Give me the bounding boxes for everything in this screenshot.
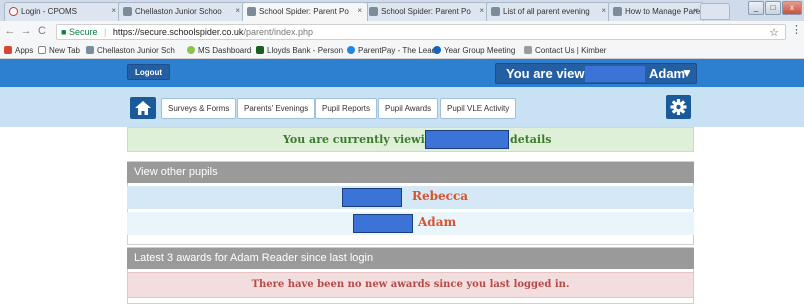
forward-arrow-icon[interactable]: → (20, 25, 32, 37)
url-separator: | (104, 27, 107, 37)
lock-icon: ■ (61, 27, 67, 37)
settings-button[interactable] (666, 95, 691, 119)
secure-label: Secure (68, 27, 98, 37)
minimize-window-icon[interactable]: _ (748, 1, 764, 15)
logout-button[interactable]: Logout (127, 64, 171, 80)
browser-menu-icon[interactable]: ⋮ (791, 23, 802, 36)
back-arrow-icon[interactable]: ← (4, 25, 16, 37)
horse-icon (256, 46, 264, 54)
bookmark-new-tab[interactable]: New Tab (38, 46, 80, 55)
school-favicon-icon (369, 7, 378, 16)
redaction-block (353, 214, 413, 233)
viewing-notice-text: You are currently viewing (283, 133, 441, 146)
maximize-window-icon[interactable]: □ (765, 1, 781, 15)
redaction-block (342, 188, 402, 207)
bookmark-lloyds[interactable]: Lloyds Bank - Person (256, 46, 343, 55)
bookmark-chellaston[interactable]: Chellaston Junior Sch (86, 46, 175, 55)
url-host: https://secure.schoolspider.co.uk (112, 27, 244, 37)
current-pupil-name: Adam (649, 66, 686, 81)
pupil-switcher-button[interactable]: You are viewi Adam ▼ (495, 63, 697, 84)
close-tab-icon[interactable]: × (111, 6, 116, 15)
browser-tab[interactable]: School Spider: Parent Po × (364, 2, 490, 21)
no-awards-message: There have been no new awards since you … (127, 272, 694, 298)
school-favicon-icon (247, 7, 256, 16)
dashboard-icon (187, 46, 195, 54)
viewing-label: You are viewi (506, 66, 589, 81)
bookmark-year-group[interactable]: Year Group Meeting (433, 46, 515, 55)
tab-pupil-awards[interactable]: Pupil Awards (378, 98, 439, 119)
url-path: /parent/index.php (243, 27, 313, 37)
school-favicon-icon (123, 7, 132, 16)
site-header: Logout You are viewi Adam ▼ (0, 59, 804, 87)
reload-icon[interactable]: C (36, 25, 48, 37)
redaction-block (585, 66, 645, 82)
page-icon (38, 46, 46, 54)
viewing-notice-suffix: details (510, 133, 552, 146)
close-tab-icon[interactable]: × (235, 6, 240, 15)
pupil-name-link[interactable]: Rebecca (412, 189, 468, 203)
tab-pupil-reports[interactable]: Pupil Reports (315, 98, 378, 119)
close-tab-icon[interactable]: × (357, 6, 362, 15)
school-favicon-icon (613, 7, 622, 16)
parentpay-icon (347, 46, 355, 54)
pupil-name-link[interactable]: Adam (418, 215, 456, 229)
contact-icon (524, 46, 532, 54)
browser-tab[interactable]: How to Manage Parents × (608, 2, 704, 21)
new-tab-button[interactable] (700, 3, 730, 20)
other-pupils-heading: View other pupils (127, 162, 694, 183)
close-window-icon[interactable]: x (782, 1, 802, 15)
address-bar: ← → C ■ Secure | https://secure.schoolsp… (0, 21, 804, 43)
school-favicon-icon (86, 46, 94, 54)
close-tab-icon[interactable]: × (693, 6, 698, 15)
bookmark-contact[interactable]: Contact Us | Kimber (524, 46, 606, 55)
redaction-block (425, 130, 509, 149)
close-tab-icon[interactable]: × (479, 6, 484, 15)
meeting-icon (433, 46, 441, 54)
chevron-down-icon: ▼ (681, 66, 693, 80)
browser-tab[interactable]: List of all parent evening × (486, 2, 612, 21)
main-navigation: Surveys & Forms Parents' Evenings Pupil … (0, 87, 804, 127)
tab-pupil-vle-activity[interactable]: Pupil VLE Activity (440, 98, 517, 119)
school-favicon-icon (491, 7, 500, 16)
pupil-list-item[interactable]: Rebecca (127, 186, 694, 209)
bookmark-apps[interactable]: Apps (4, 46, 33, 55)
cpoms-favicon-icon (9, 7, 18, 16)
close-tab-icon[interactable]: × (601, 6, 606, 15)
browser-tab[interactable]: Chellaston Junior Schoo × (118, 2, 246, 21)
home-button[interactable] (130, 97, 156, 119)
viewing-notice: You are currently viewing details (127, 127, 694, 152)
awards-heading: Latest 3 awards for Adam Reader since la… (127, 248, 694, 269)
home-icon (135, 101, 151, 115)
bookmark-parentpay[interactable]: ParentPay - The Lead (347, 46, 436, 55)
browser-tab-active[interactable]: School Spider: Parent Po × (242, 2, 368, 21)
bookmarks-bar: Apps New Tab Chellaston Junior Sch MS Da… (0, 43, 804, 59)
browser-tab-strip: Login - CPOMS × Chellaston Junior Schoo … (0, 0, 804, 21)
tab-parents-evenings[interactable]: Parents' Evenings (237, 98, 316, 119)
bookmark-star-icon[interactable]: ☆ (769, 26, 779, 39)
apps-grid-icon (4, 46, 12, 54)
tab-surveys-forms[interactable]: Surveys & Forms (161, 98, 237, 119)
url-input[interactable]: ■ Secure | https://secure.schoolspider.c… (56, 24, 786, 40)
bookmark-ms-dashboard[interactable]: MS Dashboard (187, 46, 251, 55)
gear-icon (670, 99, 687, 115)
pupil-list-item[interactable]: Adam (127, 212, 694, 235)
browser-tab[interactable]: Login - CPOMS × (4, 2, 122, 21)
